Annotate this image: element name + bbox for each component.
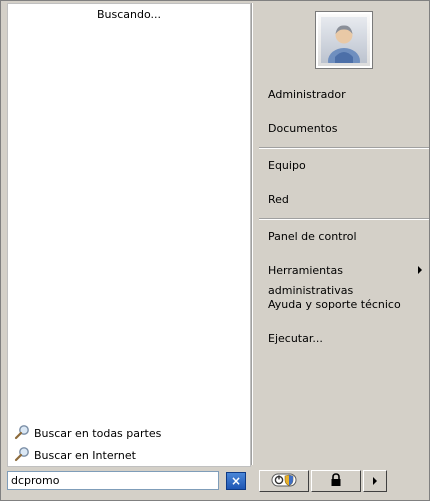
menu-item-administrador[interactable]: Administrador — [268, 85, 346, 105]
menu-item-panel-de-control[interactable]: Panel de control — [268, 227, 357, 247]
menu-item-documentos[interactable]: Documentos — [268, 119, 337, 139]
user-avatar-icon — [321, 17, 367, 63]
menu-separator-highlight — [259, 148, 429, 149]
magnifier-icon — [14, 424, 30, 443]
search-internet-label: Buscar en Internet — [34, 448, 136, 462]
menu-item-ayuda-soporte[interactable]: Ayuda y soporte técnico — [268, 295, 401, 315]
shutdown-options-button[interactable] — [363, 470, 387, 492]
clear-search-button[interactable]: × — [226, 472, 246, 490]
lock-button[interactable] — [311, 470, 361, 492]
start-menu: Buscando... Buscar en todas partes Busca… — [0, 0, 430, 501]
power-shield-icon — [271, 472, 297, 491]
pane-divider-highlight — [252, 3, 253, 465]
search-everywhere-label: Buscar en todas partes — [34, 426, 162, 440]
chevron-right-icon — [373, 477, 377, 485]
menu-item-herramientas-administrativas[interactable]: Herramientas administrativas — [268, 261, 429, 297]
search-results-pane: Buscando... Buscar en todas partes Busca… — [7, 3, 251, 467]
search-everywhere-link[interactable]: Buscar en todas partes — [14, 424, 161, 442]
searching-status: Buscando... — [96, 8, 162, 21]
lock-icon — [329, 472, 343, 490]
submenu-arrow-icon — [418, 266, 422, 274]
start-search-input[interactable] — [7, 471, 219, 490]
menu-separator-highlight — [259, 219, 429, 220]
user-picture[interactable] — [315, 11, 373, 69]
close-icon: × — [230, 474, 242, 488]
search-internet-link[interactable]: Buscar en Internet — [14, 446, 136, 464]
magnifier-icon — [14, 446, 30, 465]
menu-item-equipo[interactable]: Equipo — [268, 156, 306, 176]
menu-item-ejecutar[interactable]: Ejecutar... — [268, 329, 323, 349]
menu-item-red[interactable]: Red — [268, 190, 289, 210]
shutdown-button[interactable] — [259, 470, 309, 492]
